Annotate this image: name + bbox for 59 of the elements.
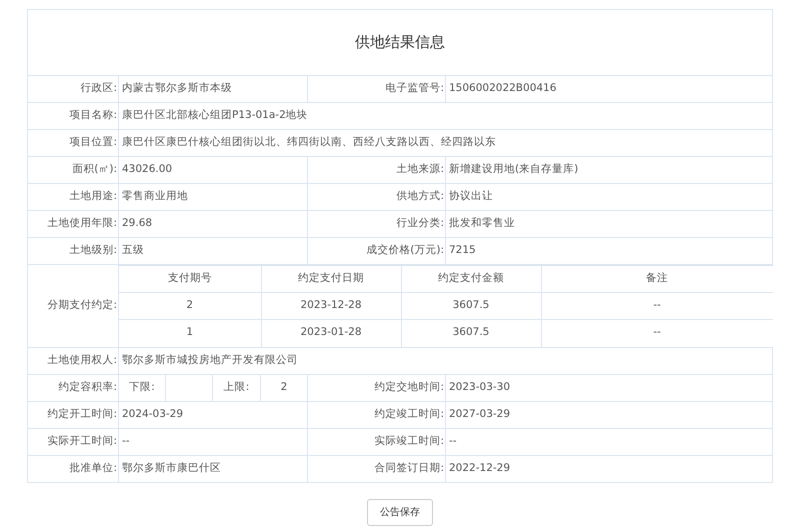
field-label: 约定容积率:: [58, 380, 117, 393]
field-label: 约定交地时间:: [374, 380, 444, 393]
field-value: 新增建设用地(来自存量库): [449, 163, 578, 176]
table-cell: 2023-12-28: [300, 299, 362, 312]
field-label: 土地用途:: [69, 190, 117, 202]
field-value: --: [449, 434, 457, 447]
field-label: 批准单位:: [69, 462, 117, 474]
field-value: 五级: [122, 244, 144, 256]
field-label: 成交价格(万元):: [366, 244, 444, 256]
field-value: 43026.00: [122, 163, 172, 176]
field-value: 批发和零售业: [449, 217, 515, 230]
field-label: 约定开工时间:: [47, 408, 117, 420]
page-title: 供地结果信息: [355, 32, 445, 54]
table-cell: 1: [186, 326, 194, 338]
column-header: 备注: [646, 272, 668, 284]
field-label: 合同签订日期:: [374, 462, 444, 474]
field-label: 分期支付约定:: [47, 298, 117, 311]
field-label: 电子监管号:: [385, 82, 444, 94]
table-cell: --: [653, 299, 661, 312]
field-value: 康巴什区康巴什核心组团街以北、纬四街以南、西经八支路以西、经四路以东: [122, 136, 496, 148]
field-value: 7215: [449, 244, 476, 256]
table-cell: 2: [186, 299, 194, 312]
field-label: 土地来源:: [396, 163, 444, 176]
field-label: 项目位置:: [69, 136, 117, 148]
field-value: --: [122, 434, 130, 447]
field-label: 实际竣工时间:: [374, 434, 444, 447]
field-value: 鄂尔多斯市康巴什区: [122, 462, 221, 474]
field-value: 2022-12-29: [449, 462, 510, 474]
field-label: 下限:: [129, 380, 155, 393]
column-header: 支付期号: [168, 272, 212, 284]
field-value: 2: [280, 380, 288, 393]
column-header: 约定支付金额: [438, 272, 504, 284]
field-label: 行政区:: [80, 82, 117, 94]
table-cell: 2023-01-28: [300, 326, 362, 338]
field-value: 协议出让: [449, 190, 493, 202]
field-label: 土地级别:: [69, 244, 117, 256]
field-value: 29.68: [122, 217, 152, 230]
field-value: 内蒙古鄂尔多斯市本级: [122, 82, 232, 94]
field-value: 康巴什区北部核心组团P13-01a-2地块: [122, 109, 308, 122]
field-value: 2024-03-29: [122, 408, 184, 420]
table-cell: --: [653, 326, 661, 338]
column-header: 约定支付日期: [298, 272, 364, 284]
save-button[interactable]: 公告保存: [367, 498, 433, 526]
field-label: 实际开工时间:: [47, 434, 117, 447]
field-value: 2027-03-29: [449, 408, 510, 420]
field-label: 供地方式:: [396, 190, 444, 202]
table-cell: 3607.5: [452, 299, 490, 312]
field-label: 行业分类:: [396, 217, 444, 230]
field-value: 1506002022B00416: [449, 82, 556, 94]
table-cell: 3607.5: [452, 326, 490, 338]
field-value: 2023-03-30: [449, 380, 510, 393]
field-value: 鄂尔多斯市城投房地产开发有限公司: [122, 354, 298, 366]
field-label: 上限:: [224, 380, 250, 393]
field-label: 约定竣工时间:: [374, 408, 444, 420]
field-label: 土地使用年限:: [47, 217, 117, 230]
field-value: 零售商业用地: [122, 190, 188, 202]
field-label: 土地使用权人:: [47, 354, 117, 366]
field-label: 项目名称:: [69, 109, 117, 122]
field-label: 面积(㎡):: [72, 163, 117, 176]
